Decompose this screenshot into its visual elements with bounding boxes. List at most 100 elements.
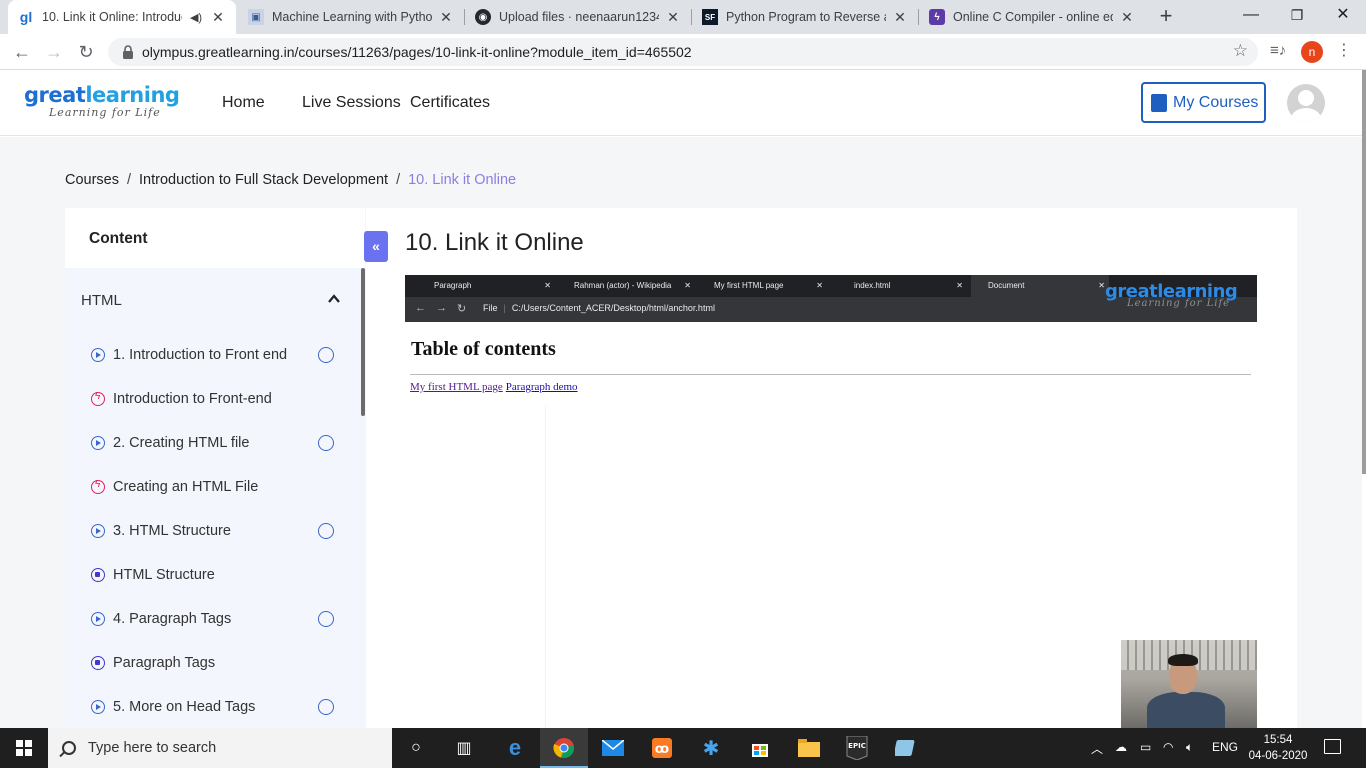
breadcrumb-separator: / [396,172,401,188]
browser-tab[interactable]: ϟ Online C Compiler - online edi ✕ [919,0,1145,34]
sidebar-scrollbar[interactable] [361,268,365,416]
sidebar-item-label: HTML Structure [113,567,215,583]
restore-icon[interactable]: ❐ [1274,0,1320,32]
nav-live-sessions[interactable]: Live Sessions [302,94,401,112]
sidebar-item[interactable]: Creating an HTML File [91,475,351,499]
instructor-webcam [1121,640,1257,728]
sidebar-item-label: 4. Paragraph Tags [113,611,232,627]
user-avatar[interactable] [1287,84,1325,122]
logo-text: learning [85,83,180,107]
tablet-app-icon[interactable] [892,734,920,762]
wifi-icon[interactable]: ◠ [1163,740,1173,754]
volume-icon[interactable]: 🔈︎ [1186,740,1193,755]
mail-icon[interactable] [599,734,627,762]
close-tab-icon[interactable]: ✕ [665,9,681,26]
video-tab: index.html ✕ [854,281,963,290]
edge-icon[interactable]: e [501,734,529,762]
ml-favicon: ▣ [248,9,264,25]
breadcrumb-courses[interactable]: Courses [65,172,119,188]
logo-tagline: Learning for Life [49,106,161,119]
address-bar[interactable]: olympus.greatlearning.in/courses/11263/p… [108,38,1258,66]
breadcrumb-course[interactable]: Introduction to Full Stack Development [139,172,388,188]
site-header: greatlearning Learning for Life Home Liv… [0,70,1362,136]
browser-tab[interactable]: SF Python Program to Reverse a C ✕ [692,0,918,34]
task-view-icon[interactable]: ▥ [450,734,478,762]
profile-avatar[interactable]: n [1301,41,1323,63]
windows-taskbar: Type here to search ○ ▥ e ꝏ ✱ EPIC ︿ ☁ ▭… [0,728,1366,768]
my-courses-button[interactable]: My Courses [1141,82,1266,123]
greatlearning-watermark: greatlearning Learning for Life [1105,281,1238,309]
logo-text: great [24,83,86,107]
taskbar-search[interactable]: Type here to search [48,728,392,768]
cortana-icon[interactable]: ○ [402,734,430,762]
media-control-icon[interactable]: ≡♪ [1270,42,1286,59]
module-title[interactable]: HTML [81,292,122,309]
breadcrumb-current: 10. Link it Online [408,172,517,188]
bookmark-star-icon[interactable]: ☆ [1233,41,1248,61]
play-icon [91,700,105,714]
xampp-icon[interactable]: ꝏ [648,734,676,762]
status-circle-icon [318,435,334,451]
browser-tab[interactable]: ◉ Upload files · neenaarun12345 ✕ [465,0,691,34]
browser-tab-active[interactable]: gl 10. Link it Online: Introduc ◀) ✕ [8,0,236,34]
close-tab-icon[interactable]: ✕ [438,9,454,26]
sidebar-item-label: 5. More on Head Tags [113,699,256,715]
tab-title: Python Program to Reverse a C [726,10,886,24]
tab-title: Online C Compiler - online edi [953,10,1113,24]
tray-chevron-icon[interactable]: ︿ [1091,740,1103,757]
file-explorer-icon[interactable] [795,734,823,762]
close-window-icon[interactable]: ✕ [1320,0,1366,32]
audio-playing-icon[interactable]: ◀) [188,11,204,24]
browser-tab[interactable]: ▣ Machine Learning with Python ✕ [238,0,464,34]
status-circle-icon [318,523,334,539]
sidebar-item[interactable]: Introduction to Front-end [91,387,351,411]
language-indicator[interactable]: ENG [1212,740,1238,754]
battery-icon[interactable]: ▭ [1140,740,1151,754]
collapse-sidebar-button[interactable]: « [364,231,388,262]
sidebar-item[interactable]: Paragraph Tags [91,651,351,675]
greatlearning-logo[interactable]: greatlearning Learning for Life [24,83,180,119]
sidebar-item[interactable]: 5. More on Head Tags [91,695,351,719]
nav-certificates[interactable]: Certificates [410,94,490,112]
tab-title: Upload files · neenaarun12345 [499,10,659,24]
minimize-icon[interactable]: — [1228,0,1274,32]
url-text: olympus.greatlearning.in/courses/11263/p… [142,44,692,60]
new-tab-icon[interactable]: + [1154,5,1178,29]
notifications-icon[interactable] [1324,739,1341,754]
forward-icon[interactable]: → [42,40,66,64]
video-player[interactable]: Paragraph ✕ Rahman (actor) - Wikipedia ✕ M… [405,275,1257,728]
close-tab-icon[interactable]: ✕ [892,9,908,26]
sidebar-item[interactable]: 1. Introduction to Front end [91,343,351,367]
chevron-up-icon[interactable] [327,292,341,306]
gear-app-icon[interactable]: ✱ [697,734,725,762]
clock-date: 04-06-2020 [1248,750,1308,762]
back-icon[interactable]: ← [10,40,34,64]
search-placeholder: Type here to search [88,740,217,756]
sidebar-item[interactable]: 2. Creating HTML file [91,431,351,455]
sidebar-item[interactable]: HTML Structure [91,563,351,587]
quiz-icon [91,656,105,670]
taskbar-clock[interactable]: 15:54 04-06-2020 [1248,732,1308,764]
lock-icon [123,45,133,59]
reload-icon[interactable]: ↻ [74,40,98,64]
play-icon [91,524,105,538]
sidebar-item[interactable]: 4. Paragraph Tags [91,607,351,631]
sidebar-item-label: 2. Creating HTML file [113,435,250,451]
page-scrollbar[interactable] [1362,70,1366,474]
svg-text:ꝏ: ꝏ [655,742,669,757]
video-divider [410,374,1251,375]
close-tab-icon[interactable]: ✕ [210,9,226,26]
epic-games-icon[interactable]: EPIC [843,734,871,762]
nav-home[interactable]: Home [222,94,265,112]
status-circle-icon [318,347,334,363]
sidebar-item-label: Introduction to Front-end [113,391,272,407]
greatlearning-favicon: gl [19,9,33,25]
browser-menu-icon[interactable]: ⋮ [1336,40,1352,60]
video-tab: My first HTML page ✕ [714,281,823,290]
windows-start-icon[interactable] [16,740,32,756]
onedrive-icon[interactable]: ☁ [1115,740,1127,754]
store-icon[interactable] [746,734,774,762]
chrome-icon[interactable] [550,734,578,762]
close-tab-icon[interactable]: ✕ [1119,9,1135,26]
sidebar-item[interactable]: 3. HTML Structure [91,519,351,543]
